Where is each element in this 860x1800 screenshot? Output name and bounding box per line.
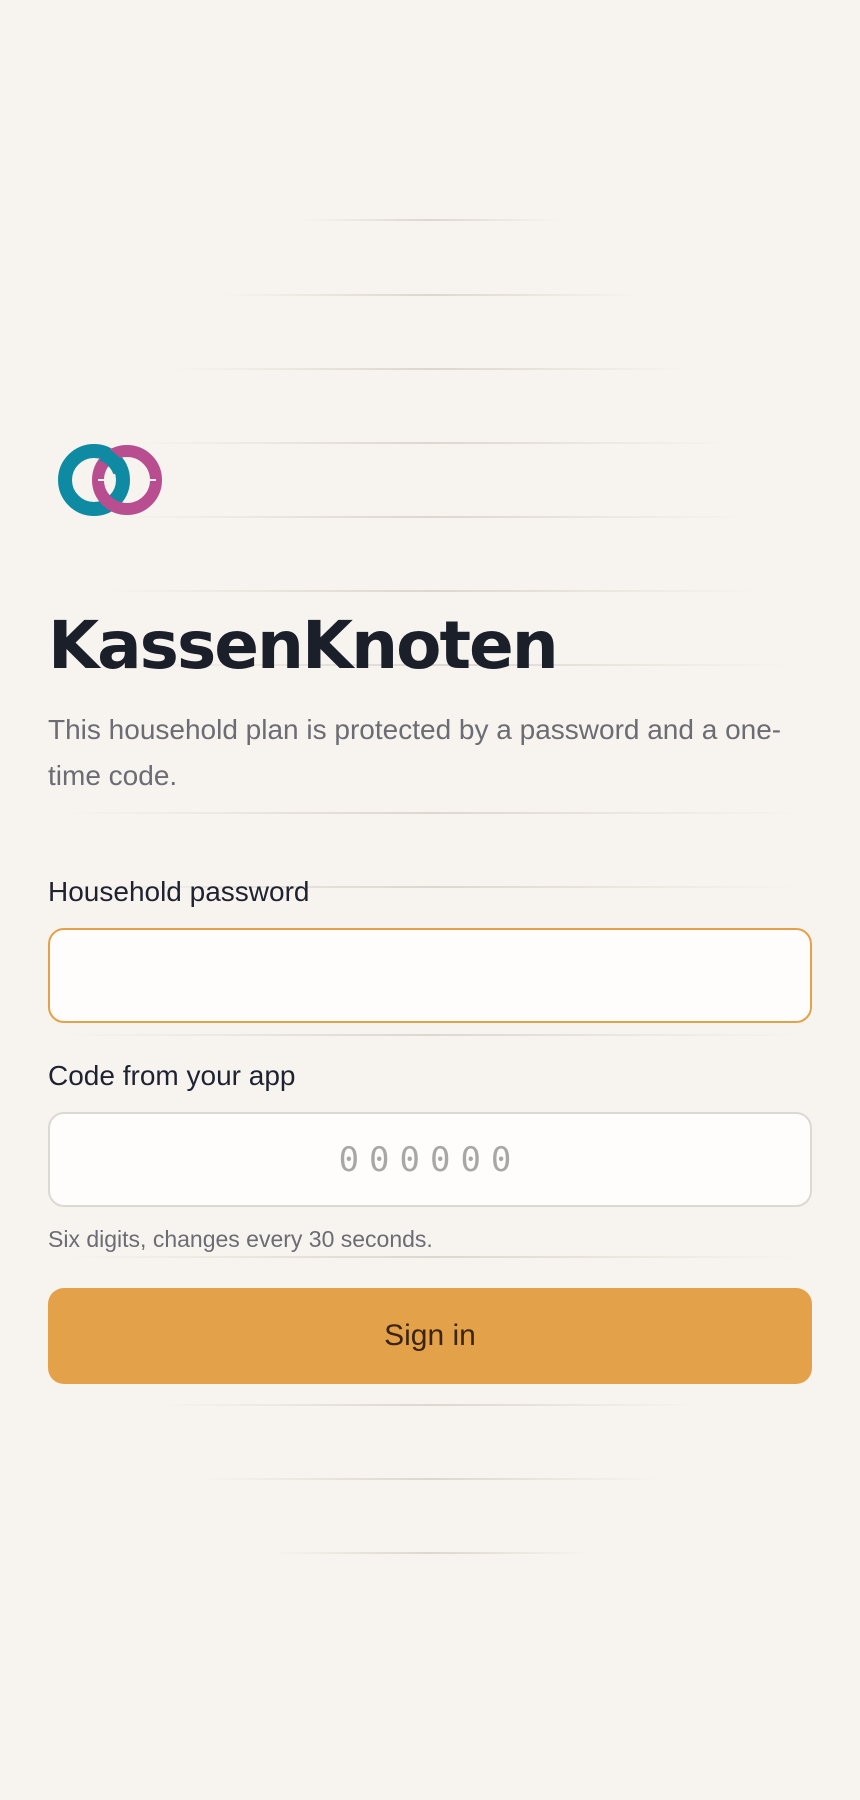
password-input[interactable] — [48, 928, 812, 1023]
sign-in-button[interactable]: Sign in — [48, 1288, 812, 1384]
code-hint: Six digits, changes every 30 seconds. — [48, 1226, 433, 1252]
page-subtitle: This household plan is protected by a pa… — [48, 714, 782, 791]
app-title: KassenKnoten — [48, 607, 559, 684]
interlocking-rings-icon — [58, 444, 162, 516]
code-input[interactable] — [48, 1112, 812, 1207]
login-page: KassenKnoten This household plan is prot… — [0, 0, 860, 1800]
code-label: Code from your app — [48, 1060, 296, 1091]
password-label: Household password — [48, 876, 310, 907]
